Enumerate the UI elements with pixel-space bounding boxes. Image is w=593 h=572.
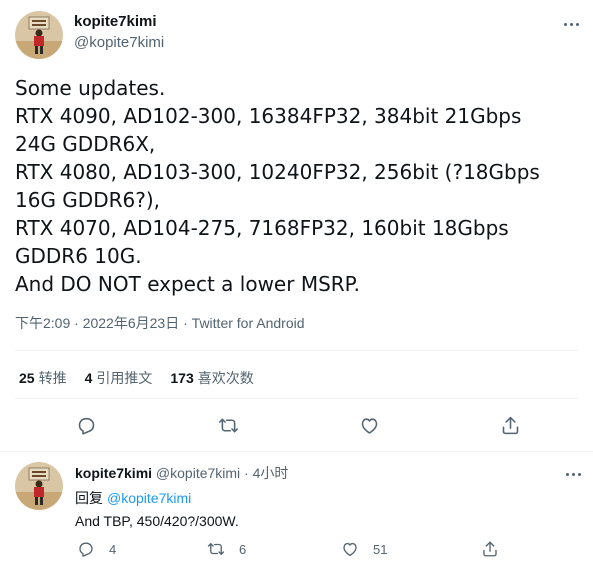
meta-separator: ·: [70, 315, 83, 331]
tweet-text-line: And DO NOT expect a lower MSRP.: [15, 272, 360, 296]
tweet-stats: 25 转推 4 引用推文 173 喜欢次数: [19, 368, 272, 388]
reply-icon[interactable]: [74, 413, 98, 437]
tweet-time[interactable]: 4小时: [253, 465, 289, 481]
replying-label: 回复: [75, 490, 103, 506]
tweet-text-line: GDDR6 10G.: [15, 244, 142, 268]
tweet-text: Some updates. RTX 4090, AD102-300, 16384…: [15, 74, 585, 298]
tweet-text-line: RTX 4090, AD102-300, 16384FP32, 384bit 2…: [15, 104, 522, 128]
mention-link[interactable]: @kopite7kimi: [107, 490, 191, 506]
likes-stat[interactable]: 173 喜欢次数: [170, 368, 253, 388]
like-button[interactable]: 51: [341, 540, 387, 558]
tweet-source[interactable]: Twitter for Android: [192, 315, 305, 331]
reply-tweet[interactable]: kopite7kimi @kopite7kimi · 4小时 回复 @kopite…: [0, 452, 593, 572]
meta-separator: ·: [179, 315, 192, 331]
display-name[interactable]: kopite7kimi: [74, 13, 157, 30]
more-icon[interactable]: [560, 13, 582, 35]
reply-icon: [79, 542, 93, 557]
replying-to: 回复 @kopite7kimi: [75, 488, 191, 508]
user-handle[interactable]: @kopite7kimi: [74, 34, 164, 51]
reply-count: 4: [109, 541, 117, 557]
tweet-text-line: 16G GDDR6?),: [15, 188, 160, 212]
reply-button[interactable]: 4: [77, 540, 116, 558]
more-icon[interactable]: [562, 463, 584, 485]
main-tweet: kopite7kimi @kopite7kimi Some updates. R…: [0, 0, 593, 452]
tweet-meta: 下午2:09 · 2022年6月23日 · Twitter for Androi…: [15, 313, 305, 333]
share-icon[interactable]: [498, 413, 522, 437]
tweet-date[interactable]: 2022年6月23日: [83, 315, 180, 331]
tweet-actions: [0, 413, 593, 441]
tweet-actions: 4 6 51: [0, 540, 593, 562]
tweet-text-line: 24G GDDR6X,: [15, 132, 156, 156]
heart-icon: [343, 542, 357, 557]
retweet-icon[interactable]: [216, 413, 240, 437]
retweets-stat[interactable]: 25 转推: [19, 368, 67, 388]
meta-separator: ·: [240, 465, 253, 481]
share-icon: [483, 541, 497, 557]
user-handle[interactable]: @kopite7kimi: [156, 465, 240, 481]
retweet-icon: [207, 543, 225, 555]
reply-header: kopite7kimi @kopite7kimi · 4小时: [75, 463, 288, 483]
share-button[interactable]: [481, 540, 513, 558]
tweet-text-line: Some updates.: [15, 76, 166, 100]
heart-icon[interactable]: [357, 413, 381, 437]
divider: [15, 398, 578, 399]
like-count: 51: [373, 541, 388, 557]
tweet-text-line: RTX 4070, AD104-275, 7168FP32, 160bit 18…: [15, 216, 509, 240]
display-name[interactable]: kopite7kimi: [75, 465, 152, 481]
avatar[interactable]: [15, 11, 63, 59]
retweet-count: 6: [239, 541, 247, 557]
tweet-text: And TBP, 450/420?/300W.: [75, 513, 239, 529]
tweet-text-line: RTX 4080, AD103-300, 10240FP32, 256bit (…: [15, 160, 540, 184]
retweet-button[interactable]: 6: [207, 540, 246, 558]
divider: [15, 350, 578, 351]
quotes-stat[interactable]: 4 引用推文: [85, 368, 153, 388]
tweet-time[interactable]: 下午2:09: [15, 315, 70, 331]
avatar[interactable]: [15, 462, 63, 510]
